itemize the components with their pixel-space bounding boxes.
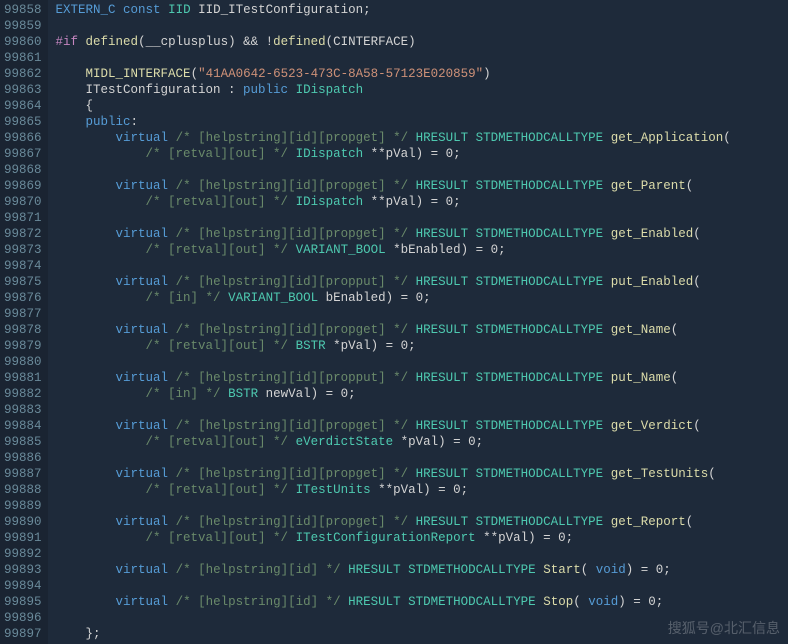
code-line: virtual /* [helpstring][id][propget] */ … [56,178,788,194]
code-line: /* [retval][out] */ IDispatch **pVal) = … [56,146,788,162]
line-number: 99872 [4,226,42,242]
line-number: 99858 [4,2,42,18]
line-number: 99879 [4,338,42,354]
code-line: /* [retval][out] */ ITestConfigurationRe… [56,530,788,546]
line-number: 99897 [4,626,42,642]
line-number: 99874 [4,258,42,274]
code-line: /* [retval][out] */ BSTR *pVal) = 0; [56,338,788,354]
code-line: /* [retval][out] */ ITestUnits **pVal) =… [56,482,788,498]
line-number: 99885 [4,434,42,450]
line-number: 99886 [4,450,42,466]
line-number: 99893 [4,562,42,578]
code-line [56,610,788,626]
line-number: 99876 [4,290,42,306]
code-line: /* [in] */ VARIANT_BOOL bEnabled) = 0; [56,290,788,306]
code-line: virtual /* [helpstring][id][propget] */ … [56,466,788,482]
code-line: #if defined(__cplusplus) && !defined(CIN… [56,34,788,50]
code-content[interactable]: EXTERN_C const IID IID_ITestConfiguratio… [48,0,788,644]
line-number: 99863 [4,82,42,98]
line-number: 99870 [4,194,42,210]
line-number: 99861 [4,50,42,66]
code-line: virtual /* [helpstring][id][propget] */ … [56,514,788,530]
line-number: 99895 [4,594,42,610]
code-line [56,402,788,418]
line-number: 99871 [4,210,42,226]
code-line: virtual /* [helpstring][id][propget] */ … [56,130,788,146]
line-number: 99889 [4,498,42,514]
line-number: 99865 [4,114,42,130]
code-line [56,306,788,322]
code-line: virtual /* [helpstring][id][propget] */ … [56,226,788,242]
code-line: virtual /* [helpstring][id] */ HRESULT S… [56,562,788,578]
line-number: 99877 [4,306,42,322]
line-number: 99881 [4,370,42,386]
line-number: 99887 [4,466,42,482]
code-line: /* [in] */ BSTR newVal) = 0; [56,386,788,402]
code-line [56,18,788,34]
code-editor: 9985899859998609986199862998639986499865… [0,0,788,644]
code-line [56,354,788,370]
code-line [56,50,788,66]
code-line: ITestConfiguration : public IDispatch [56,82,788,98]
line-number: 99864 [4,98,42,114]
line-number-gutter: 9985899859998609986199862998639986499865… [0,0,48,644]
code-line: virtual /* [helpstring][id][propget] */ … [56,418,788,434]
line-number: 99892 [4,546,42,562]
line-number: 99866 [4,130,42,146]
code-line: /* [retval][out] */ IDispatch **pVal) = … [56,194,788,210]
line-number: 99867 [4,146,42,162]
code-line: /* [retval][out] */ VARIANT_BOOL *bEnabl… [56,242,788,258]
code-line: public: [56,114,788,130]
line-number: 99884 [4,418,42,434]
code-line: virtual /* [helpstring][id][propput] */ … [56,274,788,290]
code-line [56,498,788,514]
code-line [56,258,788,274]
code-line: virtual /* [helpstring][id][propput] */ … [56,370,788,386]
code-line: /* [retval][out] */ eVerdictState *pVal)… [56,434,788,450]
line-number: 99888 [4,482,42,498]
code-line [56,450,788,466]
line-number: 99869 [4,178,42,194]
code-line: { [56,98,788,114]
line-number: 99873 [4,242,42,258]
line-number: 99880 [4,354,42,370]
line-number: 99868 [4,162,42,178]
code-line: EXTERN_C const IID IID_ITestConfiguratio… [56,2,788,18]
code-line: MIDL_INTERFACE("41AA0642-6523-473C-8A58-… [56,66,788,82]
line-number: 99882 [4,386,42,402]
line-number: 99875 [4,274,42,290]
line-number: 99891 [4,530,42,546]
line-number: 99890 [4,514,42,530]
code-line [56,578,788,594]
line-number: 99883 [4,402,42,418]
line-number: 99859 [4,18,42,34]
code-line: }; [56,626,788,642]
line-number: 99896 [4,610,42,626]
code-line [56,546,788,562]
line-number: 99878 [4,322,42,338]
line-number: 99894 [4,578,42,594]
code-line [56,162,788,178]
line-number: 99860 [4,34,42,50]
code-line: virtual /* [helpstring][id] */ HRESULT S… [56,594,788,610]
code-line: virtual /* [helpstring][id][propget] */ … [56,322,788,338]
code-line [56,210,788,226]
line-number: 99862 [4,66,42,82]
